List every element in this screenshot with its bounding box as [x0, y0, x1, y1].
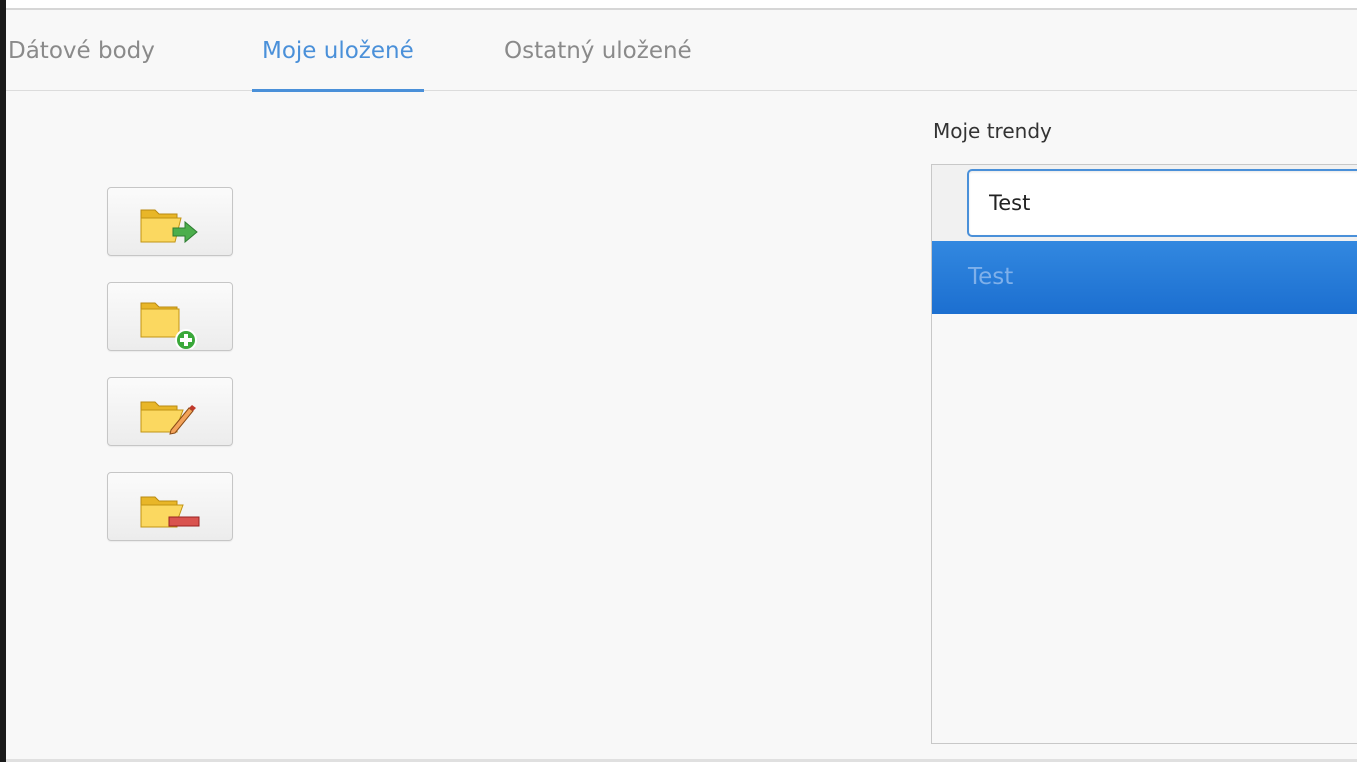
- folder-remove-icon: [140, 496, 200, 528]
- tab-my-saved[interactable]: Moje uložené: [252, 12, 424, 92]
- window-top-border: [6, 0, 1357, 10]
- folder-add-icon: [140, 302, 197, 349]
- folder-edit-icon: [140, 401, 196, 435]
- tab-bar: Dátové body Moje uložené Ostatný uložené: [6, 12, 1357, 92]
- my-trends-label: Moje trendy: [933, 119, 1052, 143]
- delete-folder-button[interactable]: [107, 472, 233, 541]
- tab-others-saved[interactable]: Ostatný uložené: [504, 12, 692, 91]
- list-item[interactable]: Test: [932, 241, 1357, 314]
- edit-folder-button[interactable]: [107, 377, 233, 446]
- trend-search-input[interactable]: [967, 169, 1357, 237]
- search-strip: [932, 165, 1357, 241]
- new-folder-button[interactable]: [107, 282, 233, 351]
- window-left-border: [0, 0, 6, 762]
- trends-list[interactable]: Test: [931, 164, 1357, 744]
- open-folder-button[interactable]: [107, 187, 233, 256]
- tab-data-points[interactable]: Dátové body: [8, 12, 155, 91]
- folder-open-arrow-icon: [140, 209, 198, 244]
